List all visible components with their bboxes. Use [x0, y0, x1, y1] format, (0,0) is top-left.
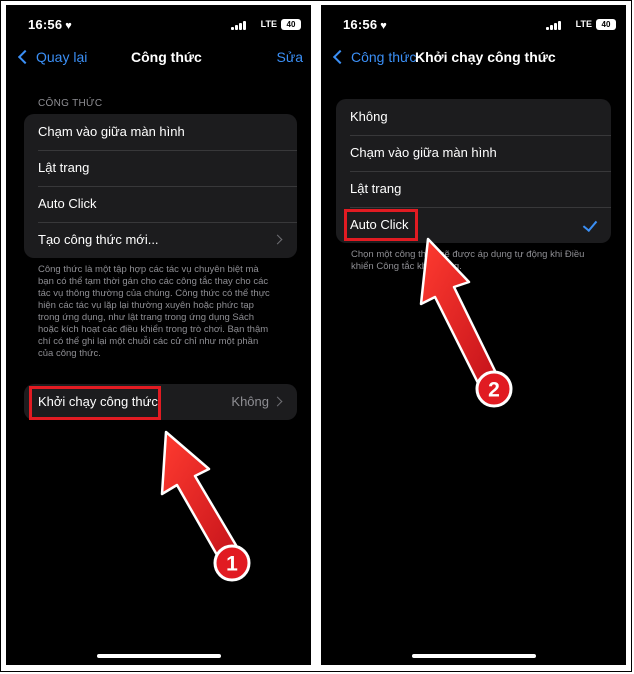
description-line: trong ứng dụng, như lật trang trong ứng …: [38, 312, 255, 323]
signal-icon: [231, 20, 247, 30]
chevron-left-icon: [332, 49, 348, 65]
signal-icon: [546, 20, 562, 30]
formula-item-turn-page[interactable]: Lật trang: [24, 150, 297, 186]
option-turn-page[interactable]: Lật trang: [336, 171, 611, 207]
status-bar: 16:56 ♥ LTE 40: [6, 5, 311, 45]
option-tap-center[interactable]: Chạm vào giữa màn hình: [336, 135, 611, 171]
option-label: Không: [350, 109, 388, 124]
back-label: Quay lại: [36, 49, 88, 65]
description-line: hiện các tác vụ lặp lại thường xuyên hoặ…: [38, 300, 254, 311]
chevron-right-icon: [272, 396, 283, 407]
phone-screen-launch-formula: 16:56 ♥ LTE 40 Công thức Khởi chạy công t…: [321, 5, 626, 665]
page-title: Khởi chạy công thức: [415, 49, 556, 65]
home-indicator: [411, 654, 536, 658]
description-line: bạn có thể tạm thời gán cho các công tắc…: [38, 276, 269, 287]
chevron-left-icon: [17, 49, 33, 65]
description-line: chí có thể ghi lại một chuỗi các cử chỉ …: [38, 336, 259, 347]
description-line: hoặc kích hoạt các điều khiển trong trò …: [38, 324, 269, 335]
status-time: 16:56 ♥: [28, 17, 72, 32]
back-label: Công thức: [351, 49, 417, 65]
back-button[interactable]: Quay lại: [16, 49, 87, 65]
network-type: LTE: [260, 19, 277, 29]
formula-item-label: Auto Click: [38, 196, 97, 211]
heart-icon: ♥: [65, 20, 72, 32]
back-button[interactable]: Công thức: [331, 49, 416, 65]
description-line: Chọn một công thức sẽ được áp dụng tự độ…: [351, 249, 585, 260]
nav-bar: Công thức Khởi chạy công thức: [321, 45, 626, 75]
highlight-box-auto-click: [344, 209, 418, 241]
network-type: LTE: [575, 19, 592, 29]
launch-description: Chọn một công thức sẽ được áp dụng tự độ…: [351, 249, 613, 273]
option-label: Lật trang: [350, 181, 402, 196]
description-line: tác vụ thông thường của chúng. Công thức…: [38, 288, 270, 299]
formula-item-auto-click[interactable]: Auto Click: [24, 186, 297, 222]
phone-screen-formulas: 16:56 ♥ LTE 40 Quay lại Công thức Sửa CÔN…: [6, 5, 311, 665]
formula-list: Chạm vào giữa màn hình Lật trang Auto Cl…: [24, 114, 297, 258]
status-bar: 16:56 ♥ LTE 40: [321, 5, 626, 45]
page-title: Công thức: [131, 49, 202, 65]
battery-icon: 40: [596, 19, 616, 30]
home-indicator: [96, 654, 221, 658]
battery-icon: 40: [281, 19, 301, 30]
formula-item-label: Tạo công thức mới...: [38, 232, 159, 247]
formula-item-label: Chạm vào giữa màn hình: [38, 124, 185, 139]
status-time: 16:56 ♥: [343, 17, 387, 32]
formula-description: Công thức là một tập hợp các tác vụ chuy…: [38, 264, 300, 360]
nav-bar: Quay lại Công thức Sửa: [6, 45, 311, 75]
chevron-right-icon: [272, 234, 283, 245]
create-formula-button[interactable]: Tạo công thức mới...: [24, 222, 297, 258]
formula-item-tap-center[interactable]: Chạm vào giữa màn hình: [24, 114, 297, 150]
edit-button[interactable]: Sửa: [277, 49, 304, 65]
heart-icon: ♥: [380, 20, 387, 32]
highlight-box-launch: [29, 386, 161, 420]
launch-formula-value: Không: [231, 394, 269, 409]
option-none[interactable]: Không: [336, 99, 611, 135]
description-line: khiển Công tắc khởi động.: [351, 261, 462, 272]
description-line: Công thức là một tập hợp các tác vụ chuy…: [38, 264, 259, 275]
formula-item-label: Lật trang: [38, 160, 90, 175]
option-label: Chạm vào giữa màn hình: [350, 145, 497, 160]
checkmark-icon: [582, 216, 598, 233]
section-header: CÔNG THỨC: [38, 98, 103, 109]
description-line: của công thức.: [38, 348, 101, 359]
